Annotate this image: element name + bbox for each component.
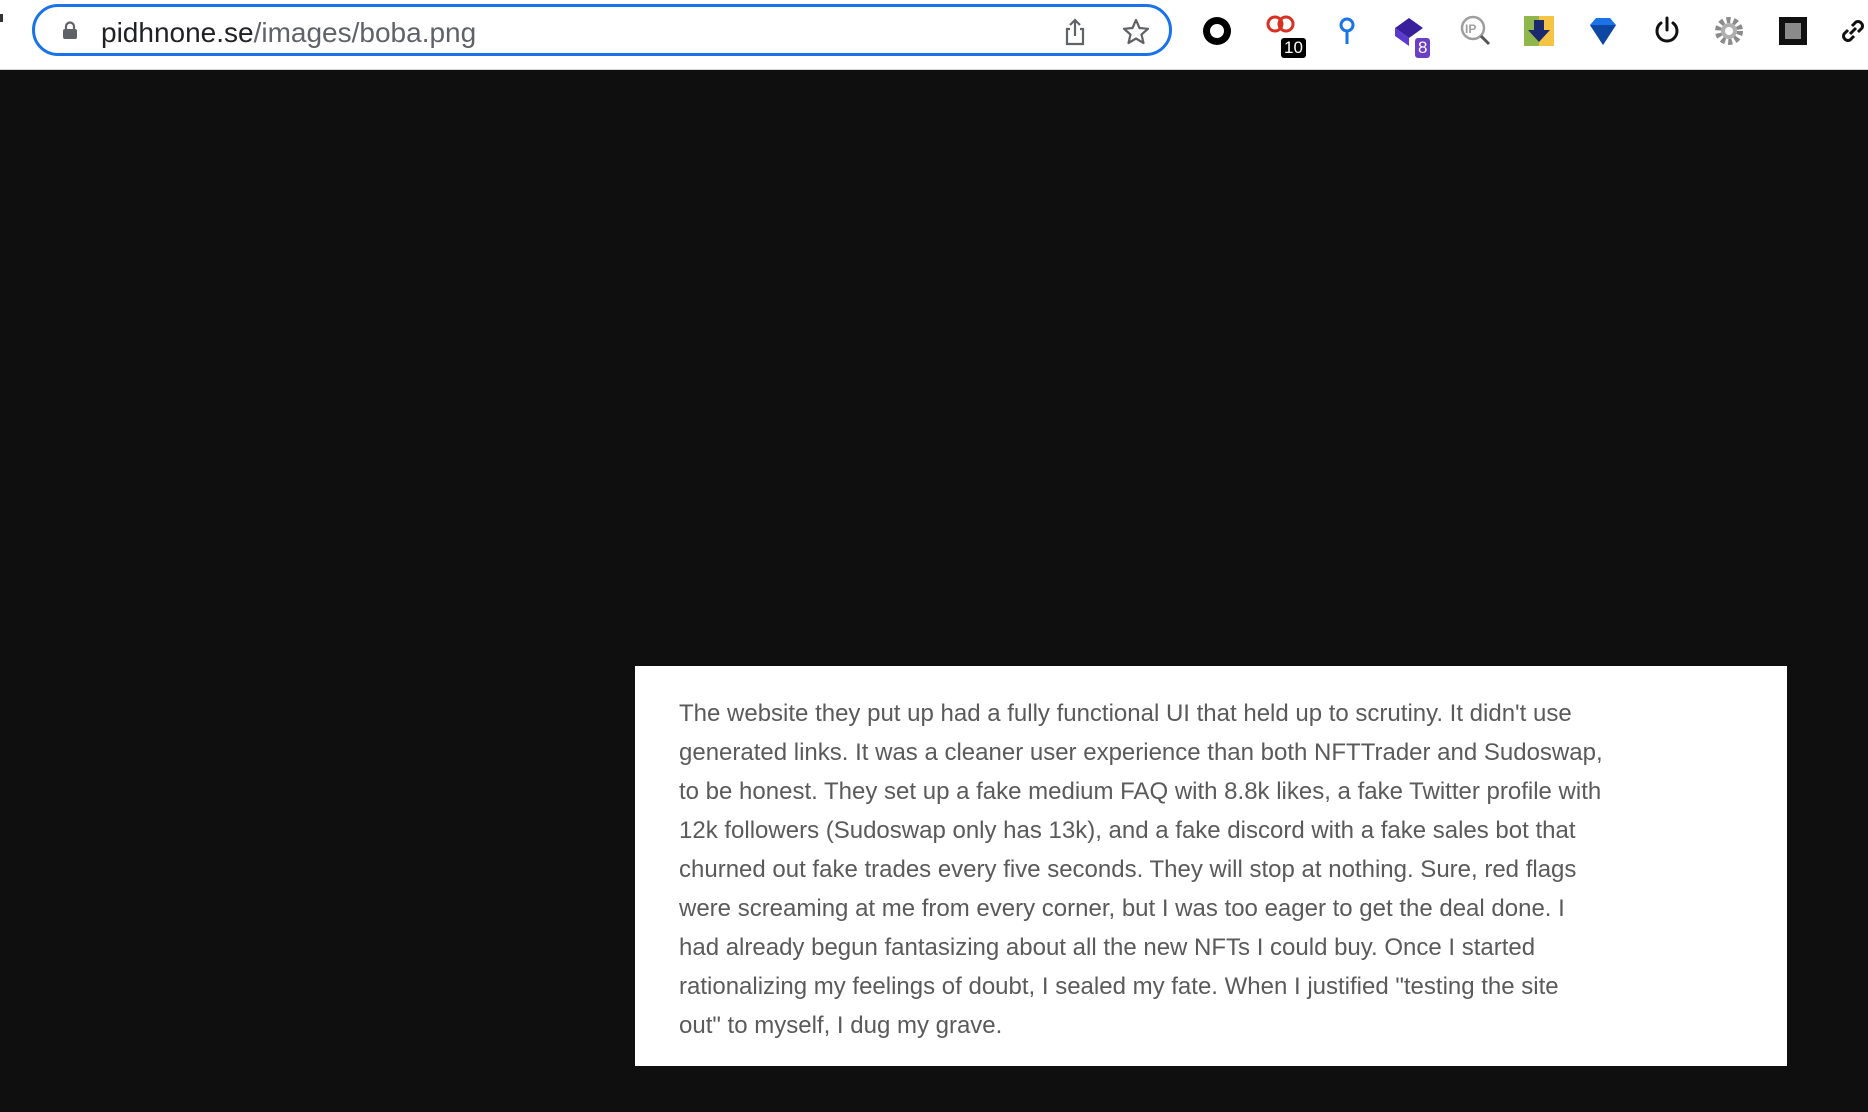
url-path: /images/boba.png <box>253 17 477 48</box>
star-icon[interactable] <box>1121 17 1151 47</box>
link-icon[interactable] <box>1836 14 1868 48</box>
image-text-line: generated links. It was a cleaner user e… <box>679 739 1603 766</box>
image-text-block: The website they put up had a fully func… <box>679 694 1679 1045</box>
image-text-line: The website they put up had a fully func… <box>679 700 1572 727</box>
image-text-line: to be honest. They set up a fake medium … <box>679 778 1602 805</box>
ring-icon[interactable] <box>1200 14 1234 48</box>
address-bar[interactable]: pidhnone.se/images/boba.png <box>32 4 1172 56</box>
gear-icon[interactable] <box>1712 14 1746 48</box>
screenshot-image: The website they put up had a fully func… <box>635 666 1787 1066</box>
image-text-line: rationalizing my feelings of doubt, I se… <box>679 973 1559 1000</box>
image-text-line: churned out fake trades every five secon… <box>679 856 1577 883</box>
lock-icon[interactable] <box>61 21 79 39</box>
url-domain: pidhnone.se <box>101 17 254 48</box>
svg-text:IP: IP <box>1465 22 1476 36</box>
share-icon[interactable] <box>1060 17 1090 47</box>
url-text[interactable]: pidhnone.se/images/boba.png <box>101 18 476 48</box>
red-links-badge: 10 <box>1281 38 1306 58</box>
image-text-line: had already begun fantasizing about all … <box>679 934 1536 961</box>
purple-diamond-badge: 8 <box>1415 38 1431 58</box>
blue-gem-icon[interactable] <box>1586 14 1620 48</box>
image-text-line: out" to myself, I dug my grave. <box>679 1012 1003 1039</box>
window-edge-mark <box>0 14 3 22</box>
power-icon[interactable] <box>1650 14 1684 48</box>
pin-icon[interactable] <box>1330 14 1364 48</box>
browser-toolbar: pidhnone.se/images/boba.png 10 8 IP <box>0 0 1868 70</box>
download-arrow-icon[interactable] <box>1522 14 1556 48</box>
square-frame-icon[interactable] <box>1776 14 1810 48</box>
image-text-line: 12k followers (Sudoswap only has 13k), a… <box>679 817 1576 844</box>
ip-search-icon[interactable]: IP <box>1458 14 1492 48</box>
image-text-line: were screaming at me from every corner, … <box>679 895 1565 922</box>
